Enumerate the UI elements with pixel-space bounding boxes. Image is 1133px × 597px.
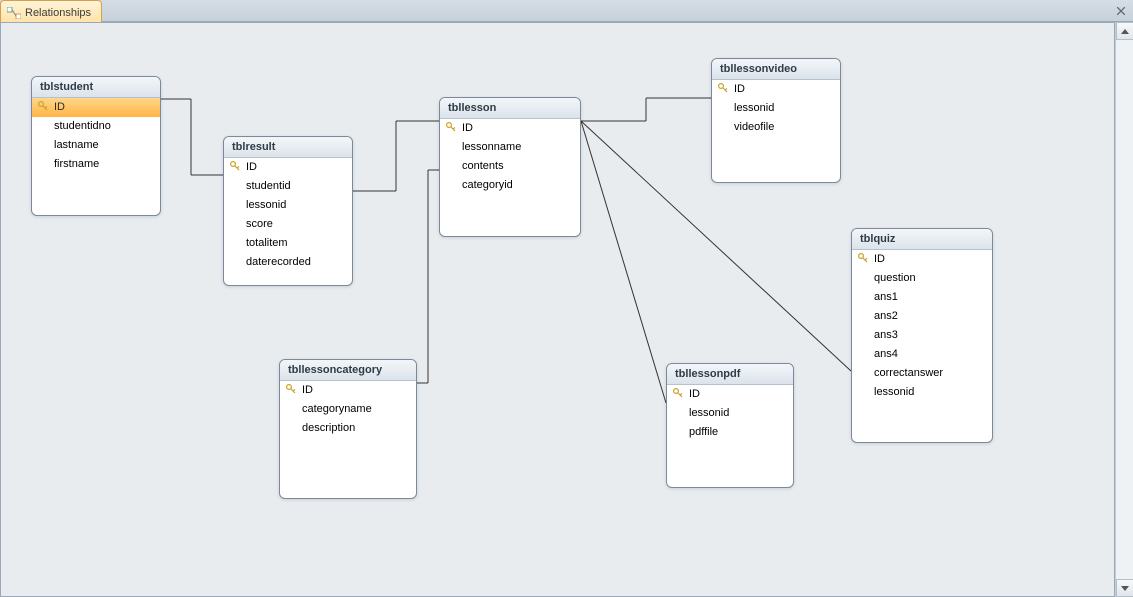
field-ID[interactable]: ID [32,98,160,117]
field-ans3[interactable]: ans3 [852,326,992,345]
field-firstname[interactable]: firstname [32,155,160,174]
tab-bar: Relationships [0,0,1133,22]
field-ID[interactable]: ID [224,158,352,177]
scroll-up-button[interactable] [1116,22,1133,40]
field-categoryid[interactable]: categoryid [440,176,580,195]
field-correctanswer[interactable]: correctanswer [852,364,992,383]
table-header[interactable]: tbllesson [440,98,580,119]
field-studentidno[interactable]: studentidno [32,117,160,136]
vertical-scrollbar[interactable] [1115,22,1133,597]
table-tbllessoncategory[interactable]: tbllessoncategoryIDcategorynamedescripti… [279,359,417,499]
field-ans1[interactable]: ans1 [852,288,992,307]
field-lessonid[interactable]: lessonid [667,404,793,423]
table-tbllesson[interactable]: tbllessonIDlessonnamecontentscategoryid [439,97,581,237]
table-tblresult[interactable]: tblresultIDstudentidlessonidscoretotalit… [223,136,353,286]
field-ans4[interactable]: ans4 [852,345,992,364]
field-ID[interactable]: ID [280,381,416,400]
field-categoryname[interactable]: categoryname [280,400,416,419]
table-header[interactable]: tbllessoncategory [280,360,416,381]
field-ID[interactable]: ID [440,119,580,138]
table-header[interactable]: tblresult [224,137,352,158]
field-lessonid[interactable]: lessonid [712,99,840,118]
field-daterecorded[interactable]: daterecorded [224,253,352,272]
scroll-down-button[interactable] [1116,579,1133,597]
field-ID[interactable]: ID [712,80,840,99]
field-lessonid[interactable]: lessonid [224,196,352,215]
field-ans2[interactable]: ans2 [852,307,992,326]
table-tbllessonpdf[interactable]: tbllessonpdfIDlessonidpdffile [666,363,794,488]
field-ID[interactable]: ID [852,250,992,269]
field-pdffile[interactable]: pdffile [667,423,793,442]
field-ID[interactable]: ID [667,385,793,404]
relationships-tab[interactable]: Relationships [0,0,102,22]
relationships-icon [7,7,21,19]
field-description[interactable]: description [280,419,416,438]
table-tblstudent[interactable]: tblstudentIDstudentidnolastnamefirstname [31,76,161,216]
table-header[interactable]: tbllessonpdf [667,364,793,385]
field-totalitem[interactable]: totalitem [224,234,352,253]
field-score[interactable]: score [224,215,352,234]
close-button[interactable] [1113,3,1129,19]
field-lastname[interactable]: lastname [32,136,160,155]
field-lessonid[interactable]: lessonid [852,383,992,402]
field-videofile[interactable]: videofile [712,118,840,137]
table-header[interactable]: tblquiz [852,229,992,250]
table-tblquiz[interactable]: tblquizIDquestionans1ans2ans3ans4correct… [851,228,993,443]
tab-label: Relationships [25,7,91,19]
field-contents[interactable]: contents [440,157,580,176]
table-header[interactable]: tbllessonvideo [712,59,840,80]
field-studentid[interactable]: studentid [224,177,352,196]
field-question[interactable]: question [852,269,992,288]
table-tbllessonvideo[interactable]: tbllessonvideoIDlessonidvideofile [711,58,841,183]
field-lessonname[interactable]: lessonname [440,138,580,157]
relationships-canvas[interactable]: tblstudentIDstudentidnolastnamefirstname… [0,22,1115,597]
table-header[interactable]: tblstudent [32,77,160,98]
